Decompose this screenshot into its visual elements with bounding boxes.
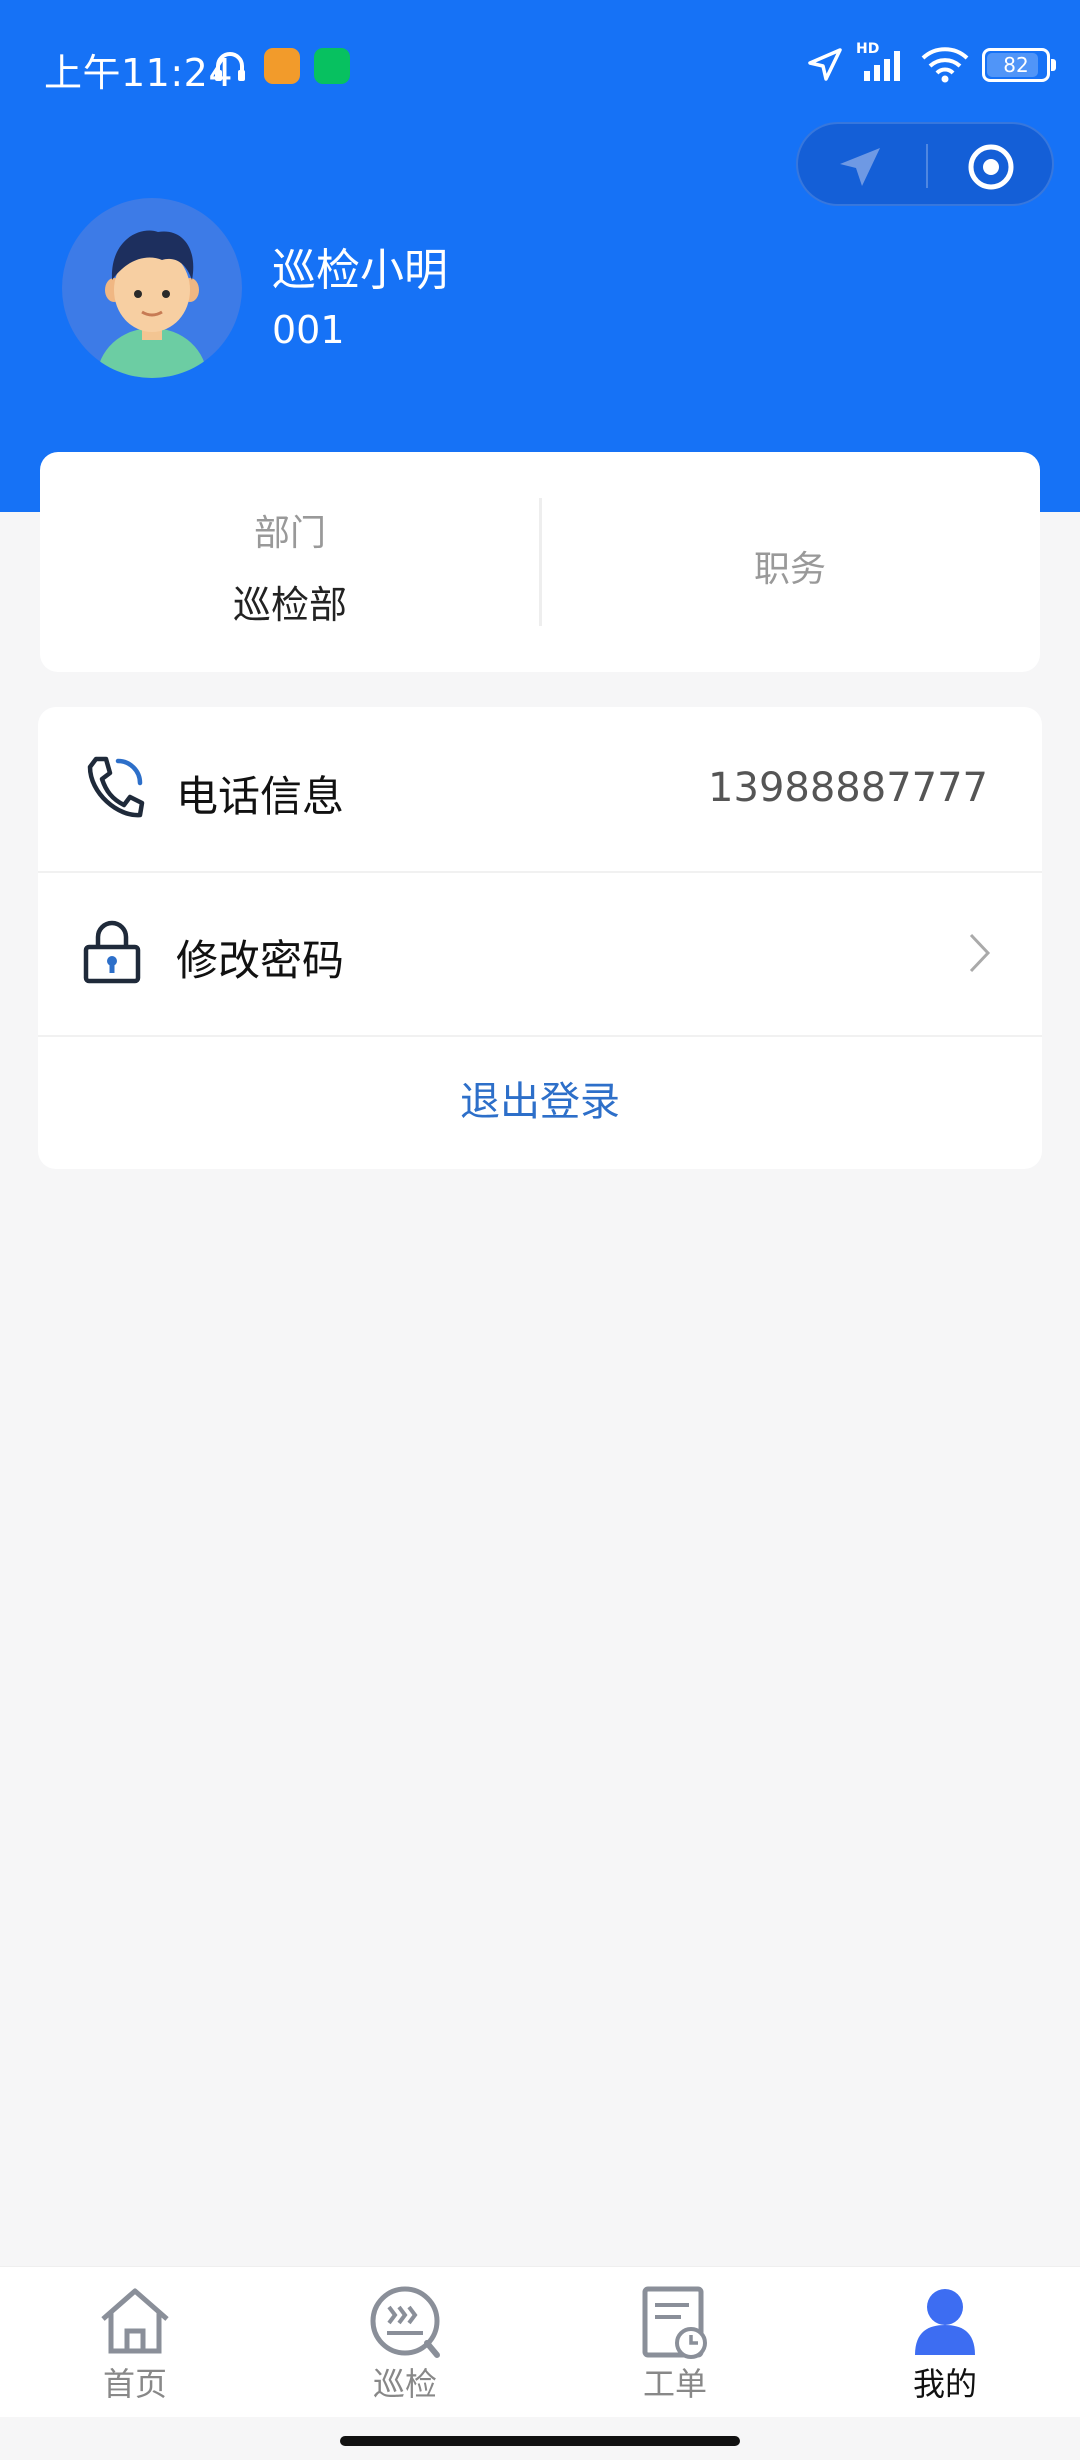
account-actions-card: 电话信息 13988887777 修改密码 退出登录 (38, 707, 1042, 1169)
tab-home[interactable]: 首页 (0, 2267, 270, 2417)
inspection-icon (370, 2286, 440, 2358)
job-section: 职务 (540, 452, 1040, 672)
home-icon (101, 2288, 169, 2354)
headphone-icon (215, 52, 245, 81)
job-label: 职务 (753, 549, 826, 590)
signal-icon: HD (856, 41, 908, 83)
department-card: 部门 巡检部 职务 (40, 452, 1040, 672)
phone-number: 13988887777 (708, 765, 988, 811)
department-label: 部门 (253, 513, 326, 554)
user-id: 001 (272, 308, 345, 352)
tab-work-order-label: 工单 (642, 2365, 707, 2403)
chevron-right-icon (969, 933, 991, 973)
status-time: 上午11:24 (44, 51, 234, 95)
profile-icon (915, 2289, 975, 2355)
change-password-label: 修改密码 (176, 936, 345, 985)
tab-work-order[interactable]: 工单 (540, 2267, 810, 2417)
battery-indicator: 82 (982, 48, 1056, 82)
tab-home-label: 首页 (102, 2365, 167, 2403)
phone-info-row[interactable]: 电话信息 13988887777 (38, 707, 1042, 873)
lock-icon (83, 920, 141, 984)
battery-level: 82 (1003, 53, 1029, 77)
tab-inspection-label: 巡检 (372, 2365, 437, 2403)
work-order-icon (642, 2286, 707, 2359)
logout-button[interactable]: 退出登录 (38, 1035, 1042, 1169)
department-value: 巡检部 (232, 583, 347, 627)
home-indicator[interactable] (340, 2436, 740, 2446)
tab-inspection[interactable]: 巡检 (270, 2267, 540, 2417)
navigation-arrow-icon[interactable] (834, 144, 884, 190)
wifi-icon (921, 47, 969, 83)
bottom-tab-bar: 首页 巡检 工单 我的 (0, 2266, 1080, 2417)
user-name: 巡检小明 (272, 245, 448, 296)
mini-program-capsule (796, 122, 1054, 206)
tab-profile[interactable]: 我的 (810, 2267, 1080, 2417)
change-password-row[interactable]: 修改密码 (38, 871, 1042, 1037)
app-notification-icon (264, 48, 300, 84)
close-miniprogram-icon[interactable] (966, 142, 1016, 192)
tab-profile-label: 我的 (912, 2365, 977, 2403)
location-icon (808, 48, 842, 81)
avatar[interactable] (62, 198, 242, 378)
wechat-notification-icon (314, 48, 350, 84)
department-section: 部门 巡检部 (40, 452, 540, 672)
phone-icon (87, 756, 145, 818)
avatar-image (97, 230, 207, 378)
status-bar: 上午11:24 HD 82 (0, 0, 1080, 130)
phone-info-label: 电话信息 (176, 772, 345, 821)
